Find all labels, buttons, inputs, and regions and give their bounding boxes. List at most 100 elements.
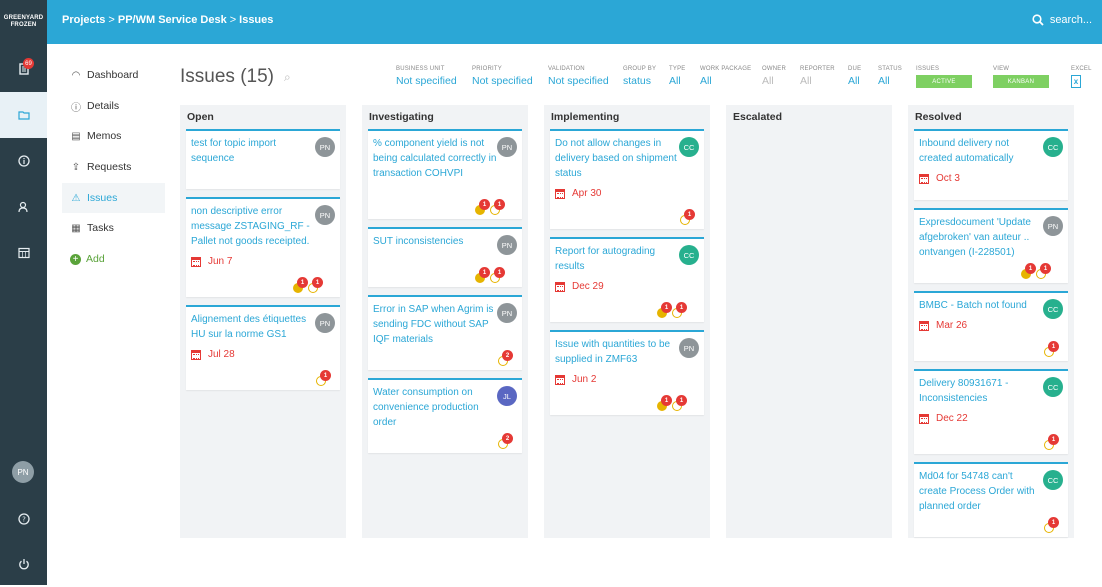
rail-calendar-button[interactable] (0, 230, 47, 276)
filter-reporter[interactable]: REPORTER All (800, 66, 835, 87)
rail-info-button[interactable] (0, 138, 47, 184)
comment-icon[interactable]: 1 (293, 277, 308, 293)
breadcrumb-projects[interactable]: Projects (62, 14, 105, 26)
issue-card[interactable]: % component yield is not being calculate… (368, 129, 522, 219)
issue-title[interactable]: Report for autograding results (555, 244, 679, 274)
clock-icon[interactable]: 1 (680, 209, 695, 225)
breadcrumb-project[interactable]: PP/WM Service Desk (118, 14, 227, 26)
user-avatar[interactable]: PN (12, 461, 34, 483)
rail-help-button[interactable]: ? (0, 496, 47, 542)
title-search-icon[interactable]: ⌕ (284, 70, 291, 85)
issue-title[interactable]: non descriptive error message ZSTAGING_R… (191, 204, 315, 249)
nav-tasks[interactable]: ▦ Tasks (62, 213, 165, 243)
filter-priority[interactable]: PRIORITY Not specified (472, 66, 533, 87)
issue-card[interactable]: Delivery 80931671 - Inconsistencies CC Dec… (914, 369, 1068, 454)
filter-work-package[interactable]: WORK PACKAGE All (700, 66, 751, 87)
comment-icon[interactable]: 1 (657, 302, 672, 318)
filter-due[interactable]: DUE All (848, 66, 861, 87)
clock-icon[interactable]: 1 (316, 370, 331, 386)
nav-details[interactable]: ⓘ Details (62, 91, 165, 121)
filter-owner[interactable]: OWNER All (762, 66, 786, 87)
clock-icon[interactable]: 2 (498, 350, 513, 366)
clock-icon[interactable]: 2 (498, 433, 513, 449)
filter-status[interactable]: STATUS All (878, 66, 902, 87)
issue-card[interactable]: Issue with quantities to be supplied in … (550, 330, 704, 415)
filter-validation[interactable]: VALIDATION Not specified (548, 66, 609, 87)
issue-card[interactable]: non descriptive error message ZSTAGING_R… (186, 197, 340, 297)
owner-avatar[interactable]: CC (1043, 470, 1063, 490)
issue-card[interactable]: Error in SAP when Agrim is sending FDC w… (368, 295, 522, 370)
issue-title[interactable]: Inbound delivery not created automatical… (919, 136, 1043, 166)
issue-title[interactable]: Error in SAP when Agrim is sending FDC w… (373, 302, 497, 347)
clock-icon[interactable]: 1 (1036, 263, 1051, 279)
issue-card[interactable]: BMBC - Batch not found CC Mar 26 1 (914, 291, 1068, 361)
issue-card[interactable]: Water consumption on convenience product… (368, 378, 522, 453)
filter-issues[interactable]: ISSUES ACTIVE (916, 66, 972, 88)
rail-people-button[interactable] (0, 184, 47, 230)
owner-avatar[interactable]: PN (315, 313, 335, 333)
excel-icon[interactable]: x (1071, 75, 1081, 88)
owner-avatar[interactable]: PN (497, 235, 517, 255)
filter-group-by[interactable]: GROUP BY status (623, 66, 656, 87)
filter-view[interactable]: VIEW KANBAN (993, 66, 1049, 88)
filter-business-unit[interactable]: BUSINESS UNIT Not specified (396, 66, 457, 87)
search-box[interactable]: search... (1032, 14, 1092, 26)
issue-title[interactable]: Issue with quantities to be supplied in … (555, 337, 679, 367)
clock-icon[interactable]: 1 (1044, 517, 1059, 533)
rail-projects-button[interactable] (0, 92, 47, 138)
search-input[interactable]: search... (1050, 14, 1092, 26)
nav-memos[interactable]: ▤ Memos (62, 121, 165, 151)
issue-card[interactable]: Md04 for 54748 can't create Process Orde… (914, 462, 1068, 537)
nav-add[interactable]: + Add (62, 244, 165, 274)
issue-title[interactable]: SUT inconsistencies (373, 234, 497, 249)
owner-avatar[interactable]: JL (497, 386, 517, 406)
owner-avatar[interactable]: PN (315, 205, 335, 225)
owner-avatar[interactable]: CC (679, 245, 699, 265)
owner-avatar[interactable]: CC (679, 137, 699, 157)
issue-title[interactable]: Delivery 80931671 - Inconsistencies (919, 376, 1043, 406)
nav-dashboard[interactable]: ◠ Dashboard (62, 60, 165, 90)
issue-title[interactable]: Do not allow changes in delivery based o… (555, 136, 679, 181)
owner-avatar[interactable]: CC (1043, 137, 1063, 157)
nav-issues[interactable]: ⚠ Issues (62, 183, 165, 213)
rail-notifications-button[interactable]: 69 (0, 46, 47, 92)
issue-card[interactable]: Do not allow changes in delivery based o… (550, 129, 704, 229)
nav-requests[interactable]: ⇪ Requests (62, 152, 165, 182)
issue-title[interactable]: % component yield is not being calculate… (373, 136, 497, 181)
issue-title[interactable]: Md04 for 54748 can't create Process Orde… (919, 469, 1043, 514)
issue-card[interactable]: test for topic import sequence PN (186, 129, 340, 189)
owner-avatar[interactable]: CC (1043, 299, 1063, 319)
issue-card[interactable]: Inbound delivery not created automatical… (914, 129, 1068, 200)
rail-logout-button[interactable] (0, 541, 47, 587)
clock-icon[interactable]: 1 (672, 302, 687, 318)
comment-icon[interactable]: 1 (475, 267, 490, 283)
clock-icon[interactable]: 1 (672, 395, 687, 411)
owner-avatar[interactable]: PN (679, 338, 699, 358)
filter-type[interactable]: TYPE All (669, 66, 685, 87)
owner-avatar[interactable]: CC (1043, 377, 1063, 397)
clock-icon[interactable]: 1 (490, 199, 505, 215)
active-toggle[interactable]: ACTIVE (916, 75, 972, 88)
issue-title[interactable]: Expresdocument 'Update afgebroken' van a… (919, 215, 1043, 260)
comment-icon[interactable]: 1 (657, 395, 672, 411)
issue-title[interactable]: Water consumption on convenience product… (373, 385, 497, 430)
clock-icon[interactable]: 1 (1044, 434, 1059, 450)
clock-icon[interactable]: 1 (490, 267, 505, 283)
owner-avatar[interactable]: PN (315, 137, 335, 157)
issue-card[interactable]: Report for autograding results CC Dec 29 1 1 (550, 237, 704, 322)
clock-icon[interactable]: 1 (308, 277, 323, 293)
owner-avatar[interactable]: PN (497, 303, 517, 323)
comment-icon[interactable]: 1 (1021, 263, 1036, 279)
issue-title[interactable]: test for topic import sequence (191, 136, 315, 166)
owner-avatar[interactable]: PN (497, 137, 517, 157)
clock-icon[interactable]: 1 (1044, 341, 1059, 357)
issue-card[interactable]: Expresdocument 'Update afgebroken' van a… (914, 208, 1068, 283)
issue-card[interactable]: SUT inconsistencies PN 1 1 (368, 227, 522, 287)
issue-title[interactable]: BMBC - Batch not found (919, 298, 1043, 313)
issue-title[interactable]: Alignement des étiquettes HU sur la norm… (191, 312, 315, 342)
kanban-toggle[interactable]: KANBAN (993, 75, 1049, 88)
issue-card[interactable]: Alignement des étiquettes HU sur la norm… (186, 305, 340, 390)
owner-avatar[interactable]: PN (1043, 216, 1063, 236)
excel-export[interactable]: EXCEL x (1071, 66, 1092, 88)
comment-icon[interactable]: 1 (475, 199, 490, 215)
